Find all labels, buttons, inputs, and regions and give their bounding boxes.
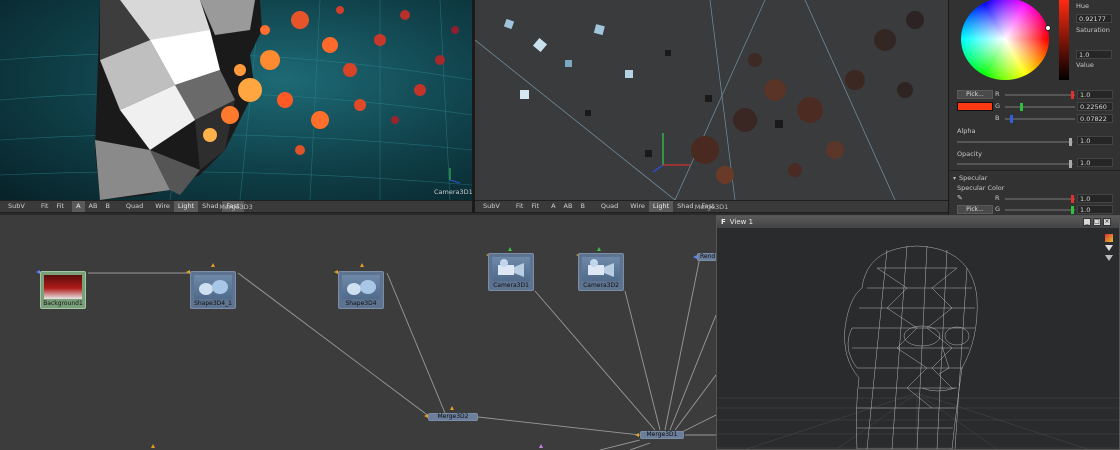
alpha-slider[interactable] — [957, 138, 1073, 146]
spec-g-label: G — [995, 205, 1001, 213]
wireframe-head-icon — [844, 245, 978, 449]
fit-button[interactable]: Fit — [512, 201, 528, 212]
spec-r-label: R — [995, 194, 1000, 202]
wire-button[interactable]: Wire — [151, 201, 174, 212]
transform-gizmo-icon — [652, 133, 690, 173]
a-button[interactable]: A — [72, 201, 85, 212]
viewer-left-canvas: Camera3D1 — [0, 0, 472, 200]
view1-title: View 1 — [729, 218, 754, 226]
cubes-icon — [503, 18, 783, 157]
shape-node-icon — [199, 280, 228, 295]
fit-button[interactable]: Fit — [37, 201, 53, 212]
fast-button[interactable]: Fast — [222, 201, 244, 212]
node-merge3d1[interactable]: Merge3D1 — [640, 431, 684, 439]
specular-color-label: Specular Color — [957, 184, 1005, 192]
value-bar[interactable] — [1059, 0, 1069, 80]
flow-connections — [36, 247, 716, 450]
quad-button[interactable]: Quad — [597, 201, 622, 212]
wire-button[interactable]: Wire — [626, 201, 649, 212]
g-label: G — [995, 102, 1001, 110]
b-button[interactable]: B — [576, 201, 588, 212]
color-wheel-cursor[interactable] — [1045, 25, 1051, 31]
viewer-right-canvas — [475, 0, 924, 200]
light-button[interactable]: Light — [173, 201, 199, 212]
ab-button[interactable]: AB — [85, 201, 102, 212]
spec-pick-button[interactable]: Pick... — [957, 205, 993, 214]
r-label: R — [995, 90, 1000, 98]
value-label: Value — [1076, 61, 1094, 69]
camera-node-icon — [498, 259, 524, 277]
quad-button[interactable]: Quad — [122, 201, 147, 212]
b-value[interactable]: 0.07822 — [1077, 114, 1113, 123]
axis-gizmo-icon — [449, 168, 461, 184]
subv-button[interactable]: SubV — [479, 201, 504, 212]
dark-spheres-icon — [691, 11, 924, 184]
g-value[interactable]: 0.22560 — [1077, 102, 1113, 111]
ab-button[interactable]: AB — [560, 201, 577, 212]
camera-node-icon — [588, 259, 614, 277]
color-wheel-icon[interactable] — [961, 0, 1049, 80]
view1-canvas — [717, 245, 1119, 449]
node-merge3d2[interactable]: Merge3D2 — [428, 413, 478, 421]
eyedropper-icon[interactable]: ✎ — [957, 194, 963, 202]
r-slider[interactable] — [1005, 91, 1075, 99]
camera-overlay-label: Camera3D1 — [434, 188, 472, 196]
saturation-value[interactable]: 1.0 — [1076, 50, 1112, 59]
subv-button[interactable]: SubV — [4, 201, 29, 212]
spec-g-slider[interactable] — [1005, 206, 1075, 214]
node-camera3d1[interactable]: Camera3D1 — [488, 253, 534, 291]
specular-label[interactable]: Specular — [959, 174, 987, 182]
hue-value[interactable]: 0.92177 — [1076, 14, 1112, 23]
node-background1[interactable]: Background1 — [40, 271, 86, 309]
fusion-logo-icon: F — [721, 218, 726, 226]
node-shape3d4-1[interactable]: Shape3D4_1 — [190, 271, 236, 309]
spec-r-value[interactable]: 1.0 — [1077, 194, 1113, 203]
alpha-value[interactable]: 1.0 — [1077, 136, 1113, 145]
opacity-label: Opacity — [957, 150, 983, 158]
head-model-icon — [95, 0, 262, 200]
saturation-label: Saturation — [1076, 26, 1110, 34]
b-button[interactable]: B — [101, 201, 113, 212]
light-button[interactable]: Light — [648, 201, 674, 212]
node-flow-panel[interactable]: Background1 Shape3D4_1 Shape3D4 Camera3D… — [0, 215, 719, 450]
pick-button[interactable]: Pick... — [957, 90, 993, 99]
view1-window[interactable]: F View 1 _ □ × — [716, 215, 1120, 450]
b-label: B — [995, 114, 1000, 122]
fit-dropdown[interactable]: Fit — [52, 201, 68, 212]
alpha-label: Alpha — [957, 127, 976, 135]
spec-g-value[interactable]: 1.0 — [1077, 205, 1113, 214]
maximize-button[interactable]: □ — [1093, 218, 1101, 226]
viewer-right[interactable] — [475, 0, 948, 200]
color-swatch[interactable] — [957, 102, 993, 111]
node-shape3d4[interactable]: Shape3D4 — [338, 271, 384, 309]
node-camera3d2[interactable]: Camera3D2 — [578, 253, 624, 291]
shape-node-icon — [347, 280, 376, 295]
shad-button[interactable]: Shad — [198, 201, 222, 212]
close-button[interactable]: × — [1103, 218, 1111, 226]
fast-button[interactable]: Fast — [697, 201, 718, 212]
viewer-left-toolbar: Merge3D3 SubV Fit Fit A AB B Quad Wire L… — [0, 200, 472, 213]
view1-titlebar[interactable]: F View 1 — [717, 216, 1119, 228]
a-button[interactable]: A — [547, 201, 559, 212]
opacity-value[interactable]: 1.0 — [1077, 158, 1113, 167]
spec-r-slider[interactable] — [1005, 195, 1075, 203]
fit-dropdown[interactable]: Fit — [527, 201, 543, 212]
shad-button[interactable]: Shad — [673, 201, 697, 212]
r-value[interactable]: 1.0 — [1077, 90, 1113, 99]
b-slider[interactable] — [1005, 115, 1075, 123]
inspector-panel: Hue 0.92177 Saturation 1.0 Value Pick...… — [948, 0, 1120, 215]
hue-label: Hue — [1076, 2, 1090, 10]
chevron-down-icon[interactable]: ▾ — [953, 175, 956, 182]
viewer-right-toolbar: Merge3D1 SubV Fit Fit A AB B Quad Wire L… — [475, 200, 948, 213]
g-slider[interactable] — [1005, 103, 1075, 111]
opacity-slider[interactable] — [957, 160, 1073, 168]
minimize-button[interactable]: _ — [1083, 218, 1091, 226]
viewer-left[interactable]: Camera3D1 — [0, 0, 472, 200]
